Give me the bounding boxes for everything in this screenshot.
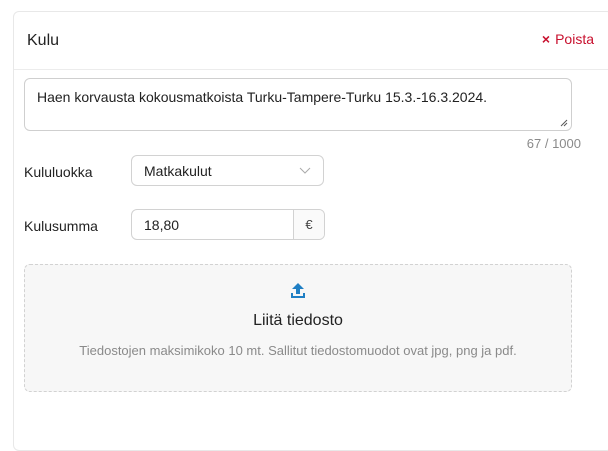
card-header: Kulu × Poista xyxy=(14,12,608,70)
amount-label: Kulusumma xyxy=(24,218,98,234)
resize-handle-icon[interactable] xyxy=(560,119,568,127)
card-title: Kulu xyxy=(27,32,60,49)
description-text: Haen korvausta kokousmatkoista Turku-Tam… xyxy=(37,89,488,105)
char-counter: 67 / 1000 xyxy=(526,136,581,151)
category-selected-value: Matkakulut xyxy=(144,163,212,179)
amount-field: € xyxy=(131,209,325,240)
description-textarea[interactable]: Haen korvausta kokousmatkoista Turku-Tam… xyxy=(24,78,572,131)
currency-addon: € xyxy=(293,210,324,239)
attachment-title: Liitä tiedosto xyxy=(253,312,343,329)
attachment-dropzone[interactable]: Liitä tiedosto Tiedostojen maksimikoko 1… xyxy=(24,264,572,392)
chevron-down-icon xyxy=(299,167,311,174)
amount-input[interactable] xyxy=(132,210,295,239)
category-select[interactable]: Matkakulut xyxy=(131,155,324,186)
close-icon: × xyxy=(541,31,551,47)
category-label: Kululuokka xyxy=(24,164,93,180)
remove-button[interactable]: × Poista xyxy=(542,31,594,47)
attachment-hint: Tiedostojen maksimikoko 10 mt. Sallitut … xyxy=(79,343,517,358)
remove-label: Poista xyxy=(555,31,594,47)
upload-icon xyxy=(291,283,305,298)
